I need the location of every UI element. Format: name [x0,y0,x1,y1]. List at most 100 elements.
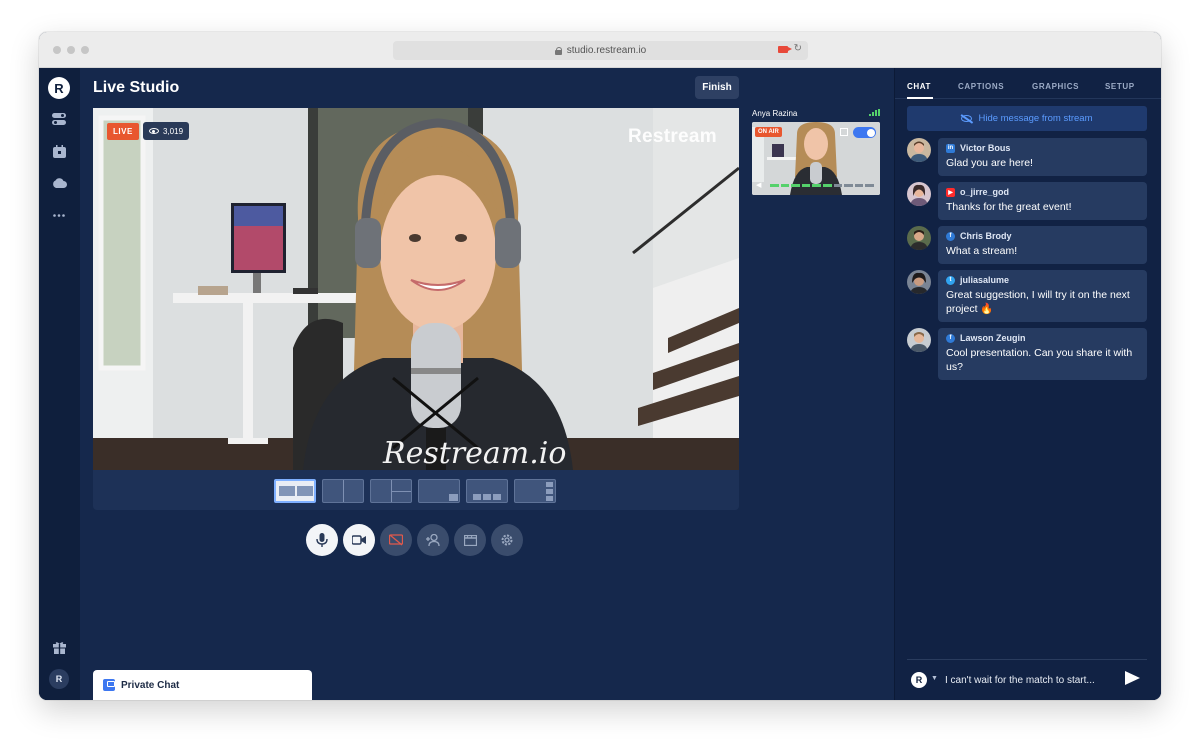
viewer-count: 3,019 [163,126,184,136]
message-author: Victor Bous [960,143,1011,153]
youtube-icon: ▶ [946,187,955,197]
twitter-icon: t [946,275,955,285]
private-chat-tab[interactable]: Private Chat [93,670,312,700]
address-bar[interactable]: studio.restream.io ↻ [393,41,808,60]
signal-strength-icon [869,109,880,116]
avatar [907,270,931,294]
eye-icon [149,128,159,134]
chevron-down-icon[interactable]: ▼ [931,675,938,682]
restream-watermark: Restream [627,126,717,147]
main-video-stage[interactable]: Restream.io LIVE 3,019 Restream [93,108,739,470]
message-bubble: in Victor Bous Glad you are here! [938,138,1147,176]
tab-graphics[interactable]: GRAPHICS [1032,82,1079,91]
camera-icon [352,535,366,545]
window-controls [53,46,89,54]
tab-chat[interactable]: CHAT [907,82,931,91]
live-badge: LIVE [107,123,139,140]
viewer-count-badge: 3,019 [143,122,190,140]
camera-button[interactable] [343,524,375,556]
tab-captions[interactable]: CAPTIONS [958,82,1004,91]
presenter-video: Restream.io [93,108,739,470]
stream-controls [306,524,523,556]
minimize-dot[interactable] [67,46,75,54]
on-air-badge: ON AIR [755,127,782,137]
message-bubble: t juliasalume Great suggestion, I will tr… [938,270,1147,322]
recording-icon[interactable] [777,45,792,53]
chat-composer: R ▼ [907,659,1147,699]
finish-button[interactable]: Finish [695,76,739,99]
message-bubble: f Chris Brody What a stream! [938,226,1147,264]
message-author: Chris Brody [960,231,1012,241]
page-title: Live Studio [93,79,180,96]
private-chat-label: Private Chat [121,679,180,691]
avatar [907,226,931,250]
hide-message-label: Hide message from stream [978,113,1093,124]
audio-level-meter [770,184,874,187]
message-text: What a stream! [946,245,1018,257]
chat-icon [103,679,115,691]
toggles-icon[interactable] [51,111,67,127]
layout-option-split[interactable] [322,479,364,503]
layout-option-side-strip[interactable] [514,479,556,503]
clapperboard-icon [463,534,477,546]
screen-share-off-icon [389,534,403,546]
gear-icon [501,534,513,546]
guest-video-tile[interactable]: ON AIR ◀ [752,122,880,195]
message-author: Lawson Zeugin [960,333,1026,343]
eye-off-icon [961,115,973,122]
avatar [907,328,931,352]
maximize-dot[interactable] [81,46,89,54]
close-dot[interactable] [53,46,61,54]
microphone-button[interactable] [306,524,338,556]
tab-setup[interactable]: SETUP [1105,82,1135,91]
layout-option-side-by-side[interactable] [274,479,316,503]
panel-tabs: CHAT CAPTIONS GRAPHICS SETUP [895,68,1161,99]
expand-icon[interactable] [840,128,848,136]
shirt-text: Restream.io [382,436,566,470]
gift-icon[interactable] [51,639,67,655]
screen-share-button[interactable] [380,524,412,556]
sender-avatar[interactable]: R [911,672,927,688]
layout-option-one-two[interactable] [370,479,412,503]
message-bubble: f Lawson Zeugin Cool presentation. Can yo… [938,328,1147,380]
lock-icon [554,46,563,55]
cloud-icon[interactable] [51,175,67,191]
on-air-toggle[interactable] [853,127,876,138]
message-author: o_jirre_god [960,187,1010,197]
message-author: juliasalume [960,275,1010,285]
studio-app: R R Live Studio Finish Restream.io LIVE … [39,68,1161,700]
message-text: Thanks for the great event! [946,201,1072,213]
avatar [907,138,931,162]
message-text: Glad you are here! [946,157,1033,169]
guest-name: Anya Razina [752,109,798,118]
facebook-icon: f [946,231,955,241]
url-text: studio.restream.io [566,45,647,56]
message-text: Great suggestion, I will try it on the n… [946,289,1130,315]
linkedin-icon: in [946,143,955,153]
facebook-icon: f [946,333,955,343]
layout-option-pip[interactable] [418,479,460,503]
settings-button[interactable] [491,524,523,556]
browser-window: studio.restream.io ↻ R R Live Studio Fin… [39,32,1161,700]
message-text: Cool presentation. Can you share it with… [946,347,1133,373]
restream-logo[interactable]: R [48,77,70,99]
calendar-icon[interactable] [51,143,67,159]
invite-guest-button[interactable] [417,524,449,556]
user-avatar[interactable]: R [49,669,69,689]
microphone-icon [316,533,328,547]
send-icon[interactable] [1125,671,1140,685]
add-user-icon [426,534,440,546]
browser-chrome: studio.restream.io ↻ [39,32,1161,68]
layout-option-bottom-strip[interactable] [466,479,508,503]
media-button[interactable] [454,524,486,556]
chat-input[interactable] [945,672,1115,688]
active-tab-indicator [907,97,933,99]
speaker-icon[interactable]: ◀ [756,181,761,189]
hide-message-button[interactable]: Hide message from stream [907,106,1147,131]
layout-selector [93,470,739,510]
message-bubble: ▶ o_jirre_god Thanks for the great event! [938,182,1147,220]
right-panel: CHAT CAPTIONS GRAPHICS SETUP Hide messag… [894,68,1161,700]
reload-icon[interactable]: ↻ [794,44,802,54]
avatar [907,182,931,206]
more-icon[interactable] [51,207,67,223]
